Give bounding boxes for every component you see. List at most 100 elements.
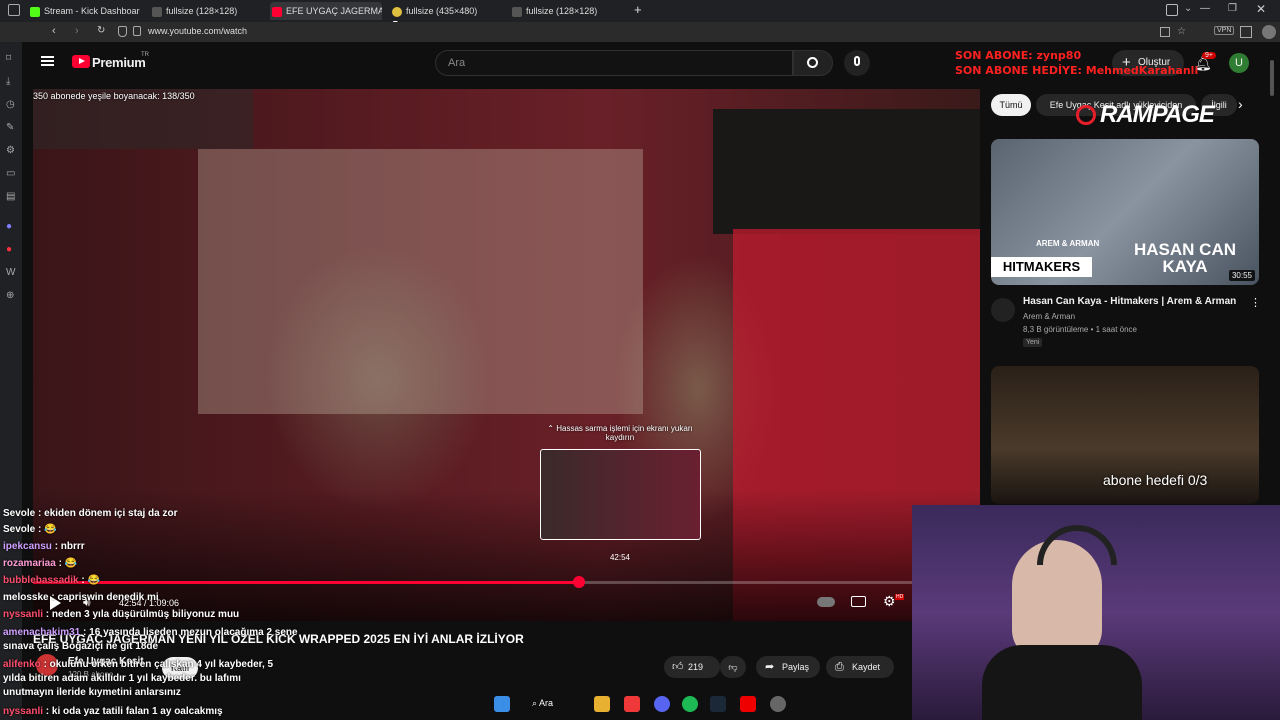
chevron-up-icon: ⌃ [547, 424, 557, 433]
like-button[interactable]: 👍︎ 219 [664, 656, 720, 678]
more-options-icon[interactable]: ⋮ [1250, 296, 1261, 309]
page-icon [512, 6, 522, 17]
bookmark-icon[interactable]: ☆ [1177, 26, 1186, 37]
bookmarks-icon[interactable]: ⌑ [6, 54, 16, 64]
windows-start-icon[interactable] [494, 696, 510, 712]
youtube-logo-icon[interactable] [72, 55, 90, 68]
chat-message: ipekcansu : nbrrr [3, 541, 85, 552]
chat-message: nyssanli : neden 3 yıla düşürülmüş biliy… [3, 609, 239, 620]
new-tab-button[interactable]: + [634, 2, 642, 17]
tools-icon[interactable]: ⚙ [6, 146, 16, 156]
chat-username[interactable]: nyssanli [3, 706, 43, 717]
translate-icon[interactable] [1160, 27, 1170, 37]
settings-icon[interactable]: ⚙ [883, 593, 896, 610]
search-input[interactable]: Ara [435, 50, 793, 76]
shield-icon[interactable] [118, 26, 127, 37]
tab-fullsize-2[interactable]: fullsize (435×480) [392, 2, 502, 20]
chat-username[interactable]: bubblebassadik [3, 575, 79, 586]
chat-text: : 😂 [35, 524, 57, 535]
download-icon[interactable]: ⤓ [6, 77, 16, 87]
extensions-icon[interactable] [1166, 4, 1178, 16]
file-explorer-icon[interactable] [594, 696, 610, 712]
hd-badge: HD [895, 594, 905, 600]
wallet-icon[interactable]: ▭ [6, 169, 16, 179]
voice-search-button[interactable] [844, 50, 870, 76]
progress-scrubber[interactable] [572, 576, 585, 588]
tab-kick-dashboard[interactable]: Stream - Kick Dashboard [30, 2, 140, 20]
rec-thumbnail[interactable]: AREM & ARMAN HITMAKERS HASAN CAN KAYA 30… [991, 139, 1259, 285]
chat-message: alifenko : okulunu erken bitiren çalışka… [3, 658, 293, 700]
vivaldi-icon[interactable] [624, 696, 640, 712]
seek-hint: ⌃ Hassas sarma işlemi için ekranı yukarı… [540, 424, 700, 442]
page-icon [152, 6, 162, 17]
rec-channel[interactable]: Arem & Arman [1023, 312, 1075, 321]
rec-channel-avatar[interactable] [991, 298, 1015, 322]
maximize-icon[interactable]: ❐ [1228, 3, 1237, 14]
inset-cam [713, 109, 980, 234]
chevron-right-icon[interactable]: › [1238, 96, 1243, 112]
chat-username[interactable]: Sevole [3, 508, 35, 519]
url-field[interactable]: www.youtube.com/watch [148, 26, 247, 36]
chat-username[interactable]: rozamariaa [3, 558, 56, 569]
taskbar-search[interactable]: ⌕ Ara [532, 698, 553, 709]
close-icon[interactable]: ✕ [1256, 2, 1266, 16]
seek-hint-text: Hassas sarma işlemi için ekranı yukarı k… [556, 424, 693, 442]
chat-text: : capriswin denedik mi [48, 592, 159, 603]
reading-icon[interactable]: ▤ [6, 192, 16, 202]
progress-fill [33, 581, 579, 584]
tab-fullsize-1[interactable]: fullsize (128×128) [152, 2, 262, 20]
avatar[interactable]: U [1229, 53, 1249, 73]
reload-icon[interactable]: ↻ [97, 25, 105, 36]
rec-title[interactable]: Hasan Can Kaya - Hitmakers | Arem & Arma… [1023, 296, 1248, 307]
share-button[interactable]: ➦ Paylaş [756, 656, 820, 678]
chat-username[interactable]: alifenko [3, 659, 41, 670]
video-player[interactable]: ⌃ Hassas sarma işlemi için ekranı yukarı… [33, 89, 980, 621]
chat-username[interactable]: Sevole [3, 524, 35, 535]
webcam-overlay [912, 505, 1280, 720]
chip-all[interactable]: Tümü [991, 94, 1031, 116]
minimize-icon[interactable]: — [1200, 3, 1210, 14]
thumb-brand: HITMAKERS [991, 257, 1092, 277]
add-panel-icon[interactable]: ⊕ [6, 291, 16, 301]
mastodon-icon[interactable]: ● [6, 222, 16, 232]
progress-track[interactable] [33, 581, 913, 584]
chevron-down-icon[interactable]: ⌄ [1184, 3, 1192, 14]
youtube-logo[interactable]: Premium [92, 55, 146, 70]
tab-fullsize-3[interactable]: fullsize (128×128) [512, 2, 622, 20]
search-button[interactable] [793, 50, 833, 76]
chat-username[interactable]: nyssanli [3, 609, 43, 620]
rampage-logo-icon [1076, 105, 1096, 125]
menu-icon[interactable] [41, 56, 54, 66]
chat-username[interactable]: melosske [3, 592, 49, 603]
tab-label: Stream - Kick Dashboard [44, 6, 140, 16]
vpn-badge[interactable]: VPN [1214, 26, 1235, 35]
chrome-icon[interactable] [770, 696, 786, 712]
autoplay-toggle[interactable] [817, 597, 835, 607]
tab-youtube-active[interactable]: EFE UYGAÇ JAGERMAN YENİ [270, 2, 382, 20]
profile-icon[interactable] [1262, 25, 1276, 39]
forward-icon[interactable]: › [75, 25, 79, 37]
subtitles-icon[interactable] [851, 596, 866, 607]
scrollbar-thumb[interactable] [1270, 60, 1274, 96]
save-button[interactable]: ⎙ Kaydet [826, 656, 894, 678]
history-icon[interactable]: ◷ [6, 100, 16, 110]
share-icon: ➦ [765, 661, 775, 673]
chat-message: melosske : capriswin denedik mi [3, 592, 159, 603]
discord-icon[interactable] [654, 696, 670, 712]
chat-username[interactable]: ipekcansu [3, 541, 52, 552]
dislike-button[interactable]: 👎︎ [720, 656, 746, 678]
steam-icon[interactable] [710, 696, 726, 712]
obs-icon[interactable] [740, 696, 756, 712]
chat-username[interactable]: amenachakim31 [3, 627, 80, 638]
vivaldi-icon[interactable]: ● [6, 245, 16, 255]
notes-icon[interactable]: ✎ [6, 123, 16, 133]
back-icon[interactable]: ‹ [52, 25, 56, 37]
wallet-icon[interactable] [1240, 26, 1252, 38]
spotify-icon[interactable] [682, 696, 698, 712]
duration-badge: 30:55 [1228, 270, 1255, 281]
chat-text: : ki oda yaz tatili falan 1 ay oalcakmış [43, 706, 223, 717]
sidebar-toggle-icon[interactable] [8, 4, 20, 16]
wikipedia-icon[interactable]: W [6, 268, 16, 278]
chat-message: bubblebassadik : 😂 [3, 575, 100, 586]
chat-text: : okulunu erken bitiren çalışkan 4 yıl k… [3, 659, 274, 698]
